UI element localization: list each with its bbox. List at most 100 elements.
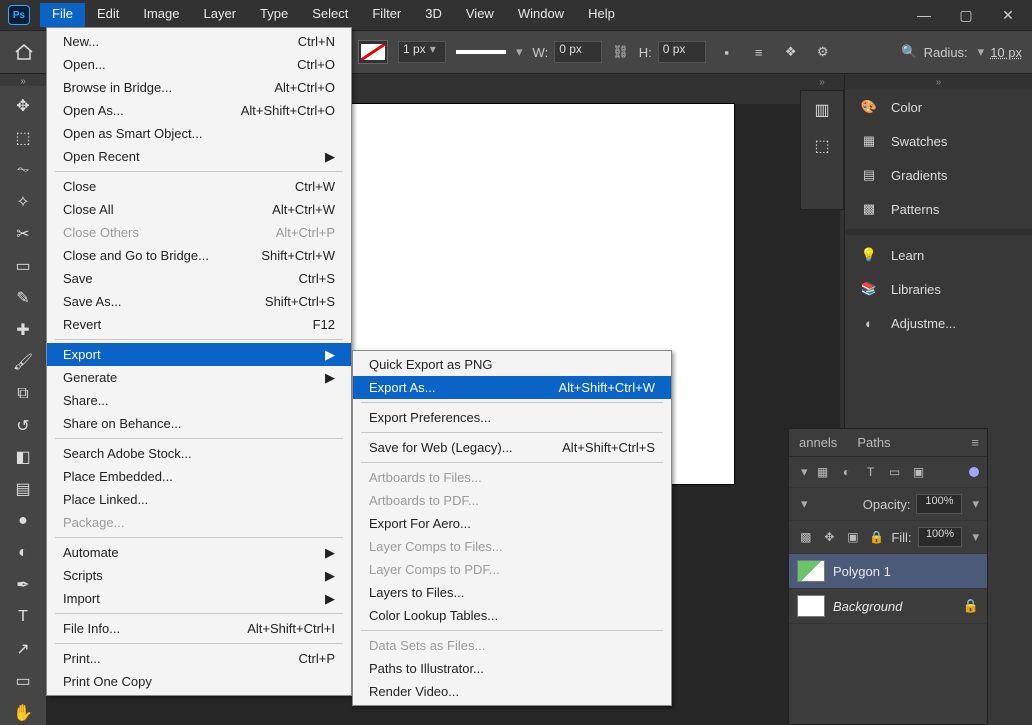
arrange-icon[interactable]: ❖ [780, 42, 802, 62]
menu-item-place-linked[interactable]: Place Linked... [47, 488, 351, 511]
menu-item-automate[interactable]: Automate▶ [47, 541, 351, 564]
menu-image[interactable]: Image [131, 3, 191, 27]
menu-item-layers-to-files[interactable]: Layers to Files... [353, 581, 671, 604]
window-close-button[interactable]: ✕ [998, 5, 1018, 25]
adjust-filter-icon[interactable]: ◐ [838, 463, 856, 481]
menu-item-export-preferences[interactable]: Export Preferences... [353, 406, 671, 429]
search-icon[interactable]: 🔍 [901, 44, 917, 60]
cube-icon[interactable]: ⬚ [808, 133, 836, 159]
menu-3d[interactable]: 3D [413, 3, 454, 27]
blend-mode-dropdown[interactable] [797, 496, 808, 512]
gear-icon[interactable]: ⚙ [812, 42, 834, 62]
menu-item-import[interactable]: Import▶ [47, 587, 351, 610]
menu-item-color-lookup-tables[interactable]: Color Lookup Tables... [353, 604, 671, 627]
home-icon[interactable] [10, 38, 38, 66]
tool-history[interactable]: ↺ [9, 414, 37, 438]
menu-edit[interactable]: Edit [85, 3, 131, 27]
menu-item-search-adobe-stock[interactable]: Search Adobe Stock... [47, 442, 351, 465]
menu-item-quick-export-as-png[interactable]: Quick Export as PNG [353, 353, 671, 376]
menu-item-render-video[interactable]: Render Video... [353, 680, 671, 703]
tool-eyedropper[interactable]: ✎ [9, 286, 37, 310]
window-maximize-button[interactable]: ▢ [956, 5, 976, 25]
tool-blur[interactable]: ● [9, 509, 37, 533]
tool-crop[interactable]: ✂ [9, 222, 37, 246]
menu-item-open-recent[interactable]: Open Recent▶ [47, 145, 351, 168]
tool-dodge[interactable]: ◐ [9, 541, 37, 565]
right-panel-collapse-icon[interactable]: » [845, 74, 1032, 90]
menu-layer[interactable]: Layer [192, 3, 249, 27]
menu-item-place-embedded[interactable]: Place Embedded... [47, 465, 351, 488]
menu-select[interactable]: Select [300, 3, 360, 27]
panel-adjustme[interactable]: ◐Adjustme... [845, 306, 1032, 340]
stroke-width-input[interactable]: 1 px [398, 41, 446, 63]
menu-view[interactable]: View [454, 3, 506, 27]
tool-clone[interactable]: ⧉ [9, 382, 37, 406]
menu-item-print[interactable]: Print...Ctrl+P [47, 647, 351, 670]
tool-move[interactable]: ✥ [9, 94, 37, 118]
properties-icon[interactable]: ▥ [808, 97, 836, 123]
menu-item-file-info[interactable]: File Info...Alt+Shift+Ctrl+I [47, 617, 351, 640]
menu-item-close-and-go-to-bridge[interactable]: Close and Go to Bridge...Shift+Ctrl+W [47, 244, 351, 267]
menu-item-save-as[interactable]: Save As...Shift+Ctrl+S [47, 290, 351, 313]
menu-help[interactable]: Help [576, 3, 627, 27]
image-filter-icon[interactable]: ▦ [814, 463, 832, 481]
menu-item-open[interactable]: Open...Ctrl+O [47, 53, 351, 76]
menu-item-revert[interactable]: RevertF12 [47, 313, 351, 336]
layer-item[interactable]: Polygon 1 [789, 554, 987, 589]
tool-rectangle[interactable]: ▭ [9, 669, 37, 693]
menu-item-save-for-web-legacy[interactable]: Save for Web (Legacy)...Alt+Shift+Ctrl+S [353, 436, 671, 459]
lock-all-icon[interactable]: 🔒 [868, 528, 886, 546]
lock-transparent-icon[interactable]: ▩ [797, 528, 815, 546]
menu-item-browse-in-bridge[interactable]: Browse in Bridge...Alt+Ctrl+O [47, 76, 351, 99]
panel-color[interactable]: 🎨Color [845, 90, 1032, 124]
tool-gradient[interactable]: ▤ [9, 477, 37, 501]
lock-nested-icon[interactable]: ▣ [844, 528, 862, 546]
mini-panel-collapse-icon[interactable]: » [800, 74, 844, 90]
lock-move-icon[interactable]: ✥ [821, 528, 839, 546]
tool-eraser[interactable]: ◧ [9, 445, 37, 469]
menu-filter[interactable]: Filter [360, 3, 413, 27]
smart-filter-icon[interactable]: ▣ [910, 463, 928, 481]
link-dimensions-icon[interactable]: ⛓ [612, 44, 629, 60]
menu-item-generate[interactable]: Generate▶ [47, 366, 351, 389]
tab-paths[interactable]: Paths [847, 429, 900, 456]
radius-value[interactable]: 10 px [990, 45, 1022, 60]
menu-item-share[interactable]: Share... [47, 389, 351, 412]
menu-item-share-on-behance[interactable]: Share on Behance... [47, 412, 351, 435]
window-minimize-button[interactable]: — [914, 5, 934, 25]
fill-input[interactable]: 100% [918, 527, 963, 547]
filter-toggle[interactable] [969, 467, 979, 477]
menu-item-save[interactable]: SaveCtrl+S [47, 267, 351, 290]
menu-item-paths-to-illustrator[interactable]: Paths to Illustrator... [353, 657, 671, 680]
tool-brush[interactable]: 🖌 [9, 350, 37, 374]
menu-item-close[interactable]: CloseCtrl+W [47, 175, 351, 198]
panel-patterns[interactable]: ▩Patterns [845, 192, 1032, 226]
menu-item-print-one-copy[interactable]: Print One Copy [47, 670, 351, 693]
tool-type[interactable]: T [9, 605, 37, 629]
tab-channels[interactable]: annels [789, 429, 847, 456]
tool-hand[interactable]: ✋ [9, 701, 37, 725]
tool-path[interactable]: ↗ [9, 637, 37, 661]
layer-filter-dropdown[interactable] [797, 464, 808, 480]
opacity-input[interactable]: 100% [916, 494, 962, 514]
tool-pen[interactable]: ✒ [9, 573, 37, 597]
panel-menu-icon[interactable]: ≡ [963, 435, 987, 450]
width-input[interactable]: 0 px [554, 41, 602, 63]
shape-filter-icon[interactable]: ▭ [886, 463, 904, 481]
tool-frame[interactable]: ▭ [9, 254, 37, 278]
menu-item-open-as-smart-object[interactable]: Open as Smart Object... [47, 122, 351, 145]
menu-item-export[interactable]: Export▶ [47, 343, 351, 366]
type-filter-icon[interactable]: T [862, 463, 880, 481]
align-icon[interactable]: ≡ [748, 42, 770, 62]
menu-item-export-for-aero[interactable]: Export For Aero... [353, 512, 671, 535]
menu-item-export-as[interactable]: Export As...Alt+Shift+Ctrl+W [353, 376, 671, 399]
stroke-style-preview[interactable] [456, 50, 506, 54]
menu-file[interactable]: File [40, 3, 85, 27]
menu-item-close-all[interactable]: Close AllAlt+Ctrl+W [47, 198, 351, 221]
menu-item-open-as[interactable]: Open As...Alt+Shift+Ctrl+O [47, 99, 351, 122]
panel-gradients[interactable]: ▤Gradients [845, 158, 1032, 192]
shape-fill-swatch[interactable] [358, 40, 388, 64]
height-input[interactable]: 0 px [658, 41, 706, 63]
panel-libraries[interactable]: 📚Libraries [845, 272, 1032, 306]
tool-wand[interactable]: ✧ [9, 190, 37, 214]
